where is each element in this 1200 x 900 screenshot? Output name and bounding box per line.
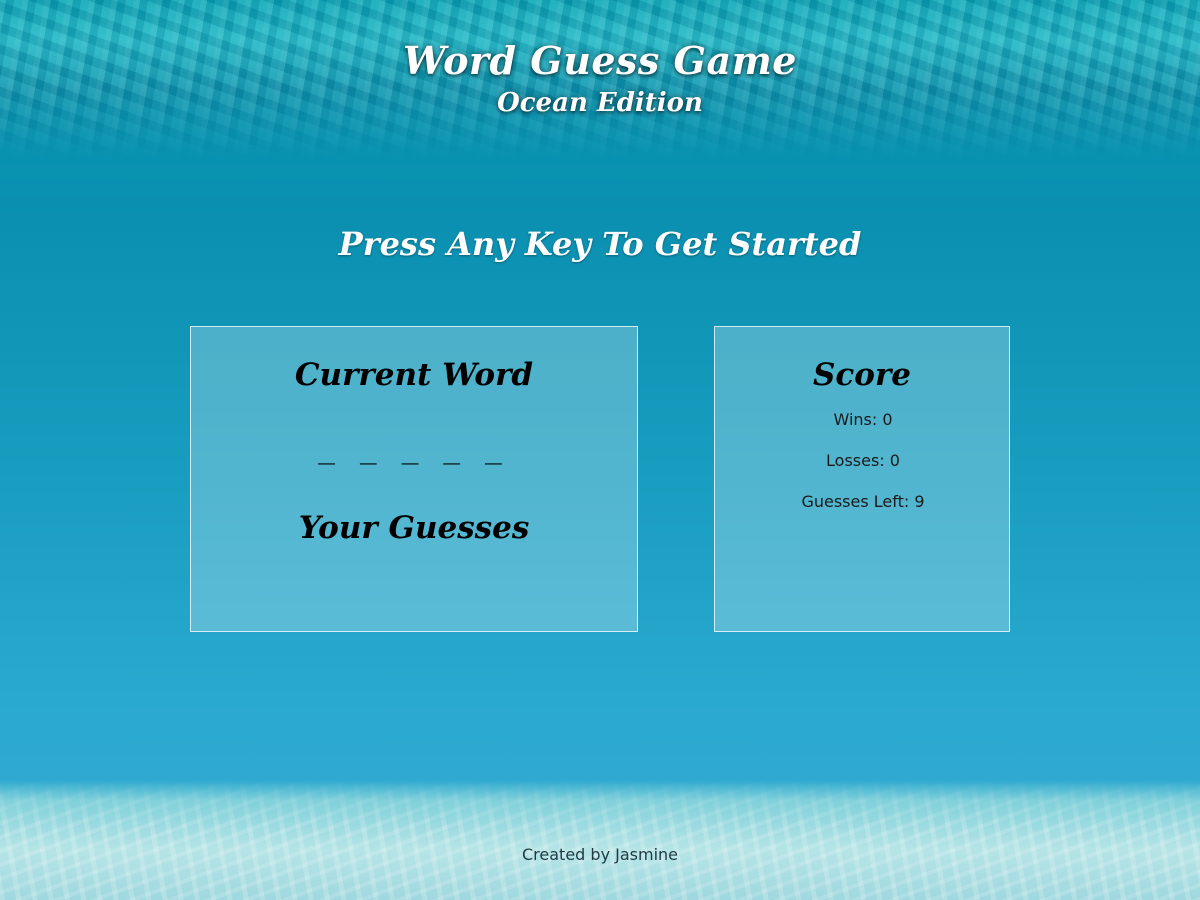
current-word-panel: Current Word _ _ _ _ _ Your Guesses [190,326,638,632]
losses-count: Losses: 0 [826,451,900,470]
score-panel: Score Wins: 0 Losses: 0 Guesses Left: 9 [714,326,1010,632]
word-blanks-text: _ _ _ _ _ [318,432,506,465]
game-subtitle: Ocean Edition [497,88,703,118]
wins-count: Wins: 0 [833,410,893,429]
guesses-left-count: Guesses Left: 9 [801,492,925,511]
footer-credit: Created by Jasmine [522,845,678,864]
your-guesses-heading: Your Guesses [298,510,530,546]
game-title: Word Guess Game [403,38,797,83]
score-heading: Score [813,357,911,393]
current-word-heading: Current Word [294,357,534,393]
seafloor-background [0,780,1200,900]
start-prompt: Press Any Key To Get Started [338,225,862,263]
word-blanks: _ _ _ _ _ [191,432,639,465]
